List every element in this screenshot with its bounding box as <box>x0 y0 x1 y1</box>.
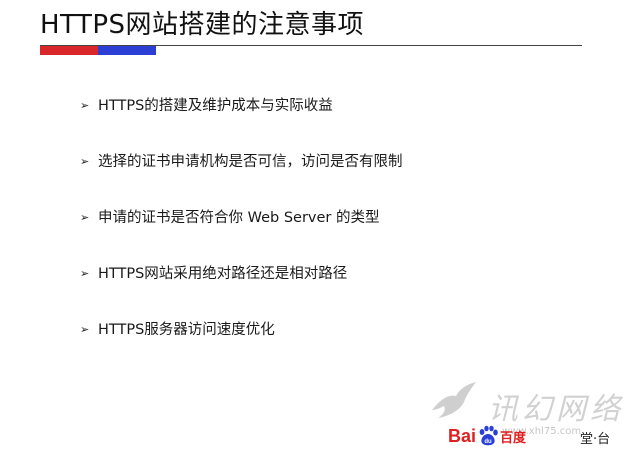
bullet-text: HTTPS服务器访问速度优化 <box>98 322 275 338</box>
bullet-item: ➢ HTTPS网站采用绝对路径还是相对路径 <box>80 260 403 316</box>
bullet-item: ➢ 选择的证书申请机构是否可信，访问是否有限制 <box>80 148 403 204</box>
bullet-text: 申请的证书是否符合你 Web Server 的类型 <box>98 210 380 226</box>
bullet-item: ➢ HTTPS服务器访问速度优化 <box>80 316 403 372</box>
baidu-logo-right: 百度 <box>500 430 527 446</box>
bullet-text: HTTPS网站采用绝对路径还是相对路径 <box>98 266 348 282</box>
bullet-list: ➢ HTTPS的搭建及维护成本与实际收益 ➢ 选择的证书申请机构是否可信，访问是否有… <box>80 92 403 372</box>
arrow-bullet-icon: ➢ <box>80 211 90 224</box>
arrow-bullet-icon: ➢ <box>80 267 90 280</box>
svg-text:du: du <box>484 439 492 445</box>
baidu-logo-left: Bai <box>448 425 477 446</box>
watermark: 讯幻网络 www.xhl75.com Bai du 百度 堂·台 <box>430 380 640 453</box>
slide-title: HTTPS网站搭建的注意事项 <box>40 10 365 40</box>
bullet-item: ➢ 申请的证书是否符合你 Web Server 的类型 <box>80 204 403 260</box>
bullet-text: HTTPS的搭建及维护成本与实际收益 <box>98 98 333 114</box>
bullet-item: ➢ HTTPS的搭建及维护成本与实际收益 <box>80 92 403 148</box>
bullet-text: 选择的证书申请机构是否可信，访问是否有限制 <box>98 154 403 170</box>
baidu-logo: Bai du 百度 <box>448 424 526 448</box>
arrow-bullet-icon: ➢ <box>80 99 90 112</box>
platform-label: 堂·台 <box>580 432 611 447</box>
bird-icon <box>432 382 476 418</box>
arrow-bullet-icon: ➢ <box>80 323 90 336</box>
watermark-brand: 讯幻网络 <box>488 392 624 427</box>
accent-bar-blue <box>98 46 156 55</box>
accent-bar-red <box>40 46 98 55</box>
arrow-bullet-icon: ➢ <box>80 155 90 168</box>
paw-icon: du <box>479 425 498 446</box>
